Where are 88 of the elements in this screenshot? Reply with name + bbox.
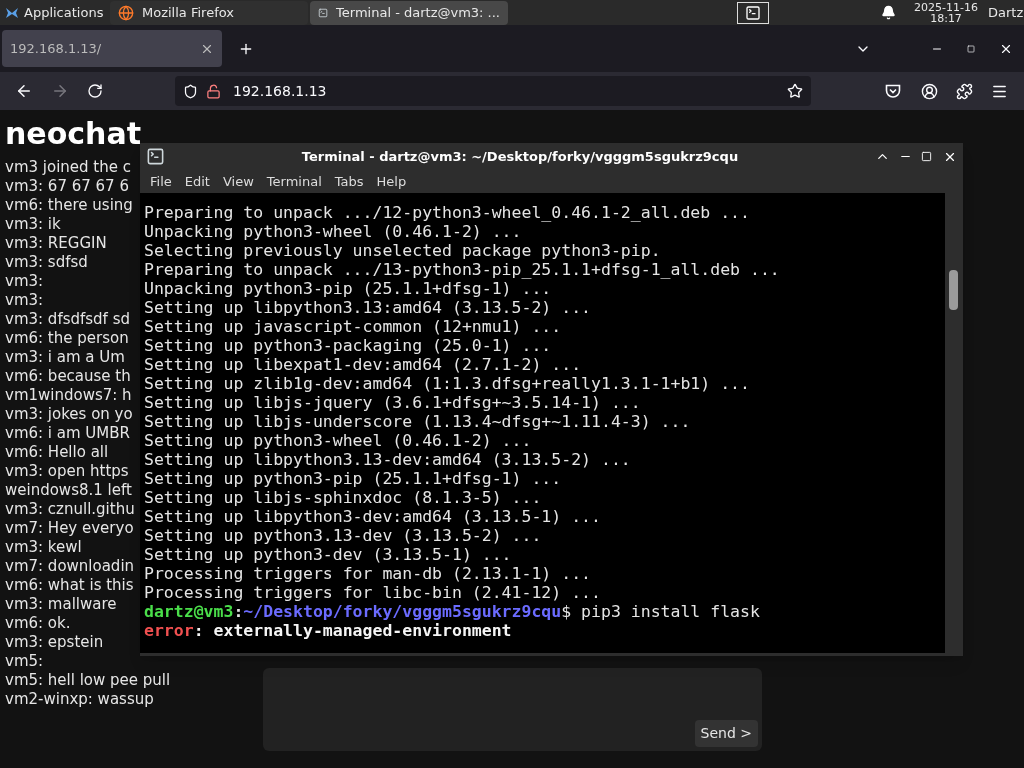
lock-icon bbox=[206, 83, 221, 99]
chat-message: vm3: sdfsd bbox=[5, 253, 88, 272]
terminal-line: Setting up python3-pip (25.1.1+dfsg-1) ... bbox=[144, 469, 562, 488]
menu-item[interactable]: View bbox=[222, 171, 254, 192]
chat-message: vm5: bbox=[5, 652, 44, 671]
terminal-line: Preparing to unpack .../13-python3-pip_25.1.1+dfsg-1_all.deb ... bbox=[144, 260, 780, 279]
terminal-line: Setting up python3.13-dev (3.13.5-2) ... bbox=[144, 526, 542, 545]
maximize-icon[interactable] bbox=[967, 44, 975, 53]
chat-message: vm5: hell low pee pull bbox=[5, 671, 171, 690]
chat-message: vm6: ok. bbox=[5, 614, 71, 633]
chat-message: vm6: because th bbox=[5, 367, 131, 386]
url-field[interactable]: 192.168.1.13 bbox=[175, 76, 811, 106]
chat-message: vm3: ik bbox=[5, 215, 61, 234]
chat-message: vm6: what is this bbox=[5, 576, 134, 595]
taskbar-button[interactable]: Terminal - dartz@vm3: ... bbox=[310, 0, 508, 25]
applications-menu[interactable]: Applications bbox=[0, 0, 108, 25]
message-input[interactable]: Send > bbox=[263, 668, 762, 751]
terminal-line: Unpacking python3-pip (25.1.1+dfsg-1) ... bbox=[144, 279, 552, 298]
terminal-line: Preparing to unpack .../12-python3-wheel_0.46.1-2_all.deb ... bbox=[144, 203, 750, 222]
terminal-line: Setting up libjs-sphinxdoc (8.1.3-5) ... bbox=[144, 488, 542, 507]
reload-icon[interactable] bbox=[87, 83, 103, 99]
terminal-line: Setting up zlib1g-dev:amd64 (1:1.3.dfsg+really1.3.1-1+b1) ... bbox=[144, 374, 750, 393]
back-icon[interactable] bbox=[15, 82, 33, 100]
user-name[interactable]: Dartz bbox=[988, 2, 1024, 23]
error-message: : externally-managed-environment bbox=[193, 621, 512, 640]
page-title: neochat bbox=[5, 116, 142, 152]
notification-icon[interactable] bbox=[881, 5, 897, 20]
chat-message: vm6: i am UMBR bbox=[5, 424, 130, 443]
clock: 2025-11-16 18:17 bbox=[914, 1, 978, 24]
error-label: error bbox=[144, 621, 194, 640]
chat-message: vm3: jokes on yo bbox=[5, 405, 133, 424]
chat-message: vm3: REGGIN bbox=[5, 234, 107, 253]
chat-message: vm7: downloadin bbox=[5, 557, 135, 576]
menu-item[interactable]: File bbox=[150, 171, 172, 192]
terminal-line: Processing triggers for man-db (2.13.1-1) ... bbox=[144, 564, 592, 583]
window-title: Terminal - dartz@vm3: ~/Desktop/forky/vgggm5sgukrz9cqu bbox=[300, 147, 740, 166]
chat-message: vm1windows7: h bbox=[5, 386, 132, 405]
menu-item[interactable]: Terminal bbox=[266, 171, 322, 192]
terminal-icon bbox=[146, 147, 165, 166]
command-text: $ pip3 install flask bbox=[561, 602, 760, 621]
send-button[interactable]: Send > bbox=[694, 720, 758, 747]
chat-message: vm3: kewl bbox=[5, 538, 82, 557]
chat-message: vm2-winxp: wassup bbox=[5, 690, 154, 709]
pocket-icon[interactable] bbox=[885, 83, 901, 99]
browser-tab[interactable]: 192.168.1.13/ bbox=[2, 30, 222, 67]
terminal-icon bbox=[745, 4, 762, 21]
chat-message: vm6: there using bbox=[5, 196, 133, 215]
terminal-line: Setting up libjs-jquery (3.6.1+dfsg+~3.5.14-1) ... bbox=[144, 393, 641, 412]
terminal-line: Setting up libpython3.13-dev:amd64 (3.13.5-2) ... bbox=[144, 450, 631, 469]
chat-message: weindows8.1 left bbox=[5, 481, 132, 500]
chat-message: vm3: dfsdfsdf sd bbox=[5, 310, 130, 329]
terminal-line: Setting up python3-packaging (25.0-1) ... bbox=[144, 336, 552, 355]
menu-item[interactable]: Tabs bbox=[334, 171, 364, 192]
shield-icon bbox=[183, 83, 198, 99]
chat-message: vm3: i am a Um bbox=[5, 348, 125, 367]
chat-message: vm6: Hello all bbox=[5, 443, 109, 462]
chat-message: vm3: open https bbox=[5, 462, 129, 481]
chat-message: vm3: 67 67 67 6 bbox=[5, 177, 129, 196]
prompt-separator: : bbox=[233, 602, 244, 621]
chat-message: vm3: bbox=[5, 291, 44, 310]
extensions-icon[interactable] bbox=[956, 82, 973, 100]
terminal-line: Setting up libjs-underscore (1.13.4~dfsg+~1.11.4-3) ... bbox=[144, 412, 691, 431]
terminal-line: Setting up python3-dev (3.13.5-1) ... bbox=[144, 545, 512, 564]
account-icon[interactable] bbox=[921, 82, 938, 100]
menu-item[interactable]: Help bbox=[376, 171, 407, 192]
chat-message: vm7: Hey everyo bbox=[5, 519, 134, 538]
terminal-line: Selecting previously unselected package python3-pip. bbox=[144, 241, 661, 260]
prompt-path: ~/Desktop/forky/vgggm5sgukrz9cqu bbox=[243, 602, 562, 621]
terminal-line: Setting up libpython3.13:amd64 (3.13.5-2) ... bbox=[144, 298, 592, 317]
bookmark-icon[interactable] bbox=[787, 83, 803, 99]
terminal-line: Processing triggers for libc-bin (2.41-12) ... bbox=[144, 583, 601, 602]
scrollbar-thumb[interactable] bbox=[949, 270, 958, 310]
menu-item[interactable]: Edit bbox=[184, 171, 210, 192]
chat-message: vm3: epstein bbox=[5, 633, 104, 652]
maximize-icon[interactable] bbox=[921, 151, 932, 162]
terminal-line: Setting up libpython3-dev:amd64 (3.13.5-1) ... bbox=[144, 507, 601, 526]
chat-message: vm3 joined the c bbox=[5, 158, 131, 177]
terminal-line: Setting up javascript-common (12+nmu1) ... bbox=[144, 317, 562, 336]
taskbar-button[interactable]: Mozilla Firefox bbox=[110, 0, 308, 25]
prompt-user: dartz@vm3 bbox=[144, 602, 234, 621]
chat-message: vm3: bbox=[5, 272, 44, 291]
terminal-line: Setting up libexpat1-dev:amd64 (2.7.1-2) ... bbox=[144, 355, 582, 374]
terminal-line: Setting up python3-wheel (0.46.1-2) ... bbox=[144, 431, 532, 450]
workspace-button[interactable] bbox=[737, 1, 770, 24]
terminal-line: Unpacking python3-wheel (0.46.1-2) ... bbox=[144, 222, 522, 241]
chat-message: vm3: mallware bbox=[5, 595, 117, 614]
chat-message: vm3: cznull.githu bbox=[5, 500, 135, 519]
chat-message: vm6: the person bbox=[5, 329, 129, 348]
